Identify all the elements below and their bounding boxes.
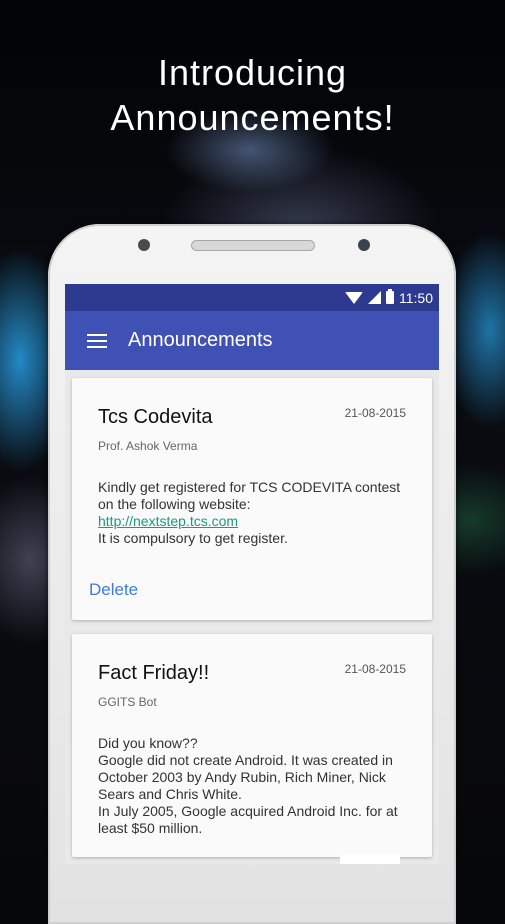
announcement-body-text: In July 2005, Google acquired Android In…: [98, 803, 398, 836]
signal-icon: [368, 291, 381, 304]
front-sensor: [138, 239, 150, 251]
announcement-card[interactable]: Fact Friday!! 21-08-2015 GGITS Bot Did y…: [72, 634, 432, 864]
headline-line-1: Introducing: [157, 52, 348, 93]
menu-button[interactable]: [65, 311, 128, 370]
delete-button[interactable]: Delete: [89, 580, 138, 600]
menu-icon: [86, 330, 107, 352]
card-action-stub: [340, 855, 400, 864]
headline-line-2: Announcements!: [110, 97, 395, 138]
announcement-date: 21-08-2015: [344, 406, 406, 420]
app-bar: Announcements: [65, 311, 439, 370]
app-title: Announcements: [128, 329, 273, 351]
status-bar: 11:50: [65, 284, 439, 311]
promo-headline: Introducing Announcements!: [0, 50, 505, 140]
announcement-body-text: Google did not create Android. It was cr…: [98, 752, 393, 802]
announcement-body-text: It is compulsory to get register.: [98, 530, 288, 546]
announcement-author: Prof. Ashok Verma: [98, 439, 198, 453]
announcement-body: Did you know?? Google did not create And…: [98, 735, 406, 837]
announcement-body: Kindly get registered for TCS CODEVITA c…: [98, 479, 406, 547]
phone-screen: 11:50 Announcements Tcs Codevita 21-08-2…: [65, 284, 439, 864]
battery-icon: [386, 289, 394, 304]
announcement-author: GGITS Bot: [98, 695, 157, 709]
announcement-link[interactable]: http://nextstep.tcs.com: [98, 513, 406, 530]
announcement-card[interactable]: Tcs Codevita 21-08-2015 Prof. Ashok Verm…: [72, 378, 432, 620]
announcement-body-text: Did you know??: [98, 735, 198, 751]
announcement-date: 21-08-2015: [344, 662, 406, 676]
status-time: 11:50: [399, 289, 433, 306]
wifi-icon: [345, 291, 363, 304]
announcement-list: Tcs Codevita 21-08-2015 Prof. Ashok Verm…: [65, 370, 439, 864]
earpiece-speaker: [191, 240, 315, 251]
front-camera: [358, 239, 370, 251]
announcement-body-text: Kindly get registered for TCS CODEVITA c…: [98, 479, 401, 512]
